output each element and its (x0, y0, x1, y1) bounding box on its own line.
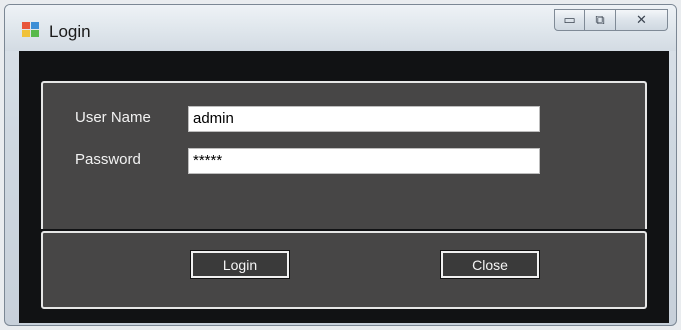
title-bar[interactable]: Login ▭ ⧉ ✕ (5, 5, 676, 51)
actions-panel: Login Close (41, 231, 647, 309)
window-title: Login (49, 22, 91, 41)
client-area: User Name admin Password ***** Login Clo… (19, 51, 669, 323)
login-button[interactable]: Login (190, 250, 290, 279)
login-window: Login ▭ ⧉ ✕ User Name admin Password ***… (4, 4, 677, 326)
minimize-icon: ▭ (563, 12, 576, 28)
close-icon: ✕ (636, 12, 647, 28)
minimize-button[interactable]: ▭ (554, 9, 585, 31)
maximize-icon: ⧉ (595, 12, 605, 28)
caption-buttons: ▭ ⧉ ✕ (554, 9, 668, 33)
username-label: User Name (75, 109, 151, 126)
password-label: Password (75, 151, 141, 168)
window-app-icon (22, 22, 39, 37)
password-field[interactable]: ***** (188, 148, 540, 174)
close-button[interactable]: Close (440, 250, 540, 279)
credentials-panel: User Name admin Password ***** (41, 81, 647, 229)
close-window-button[interactable]: ✕ (616, 9, 668, 31)
maximize-button[interactable]: ⧉ (585, 9, 616, 31)
username-field[interactable]: admin (188, 106, 540, 132)
